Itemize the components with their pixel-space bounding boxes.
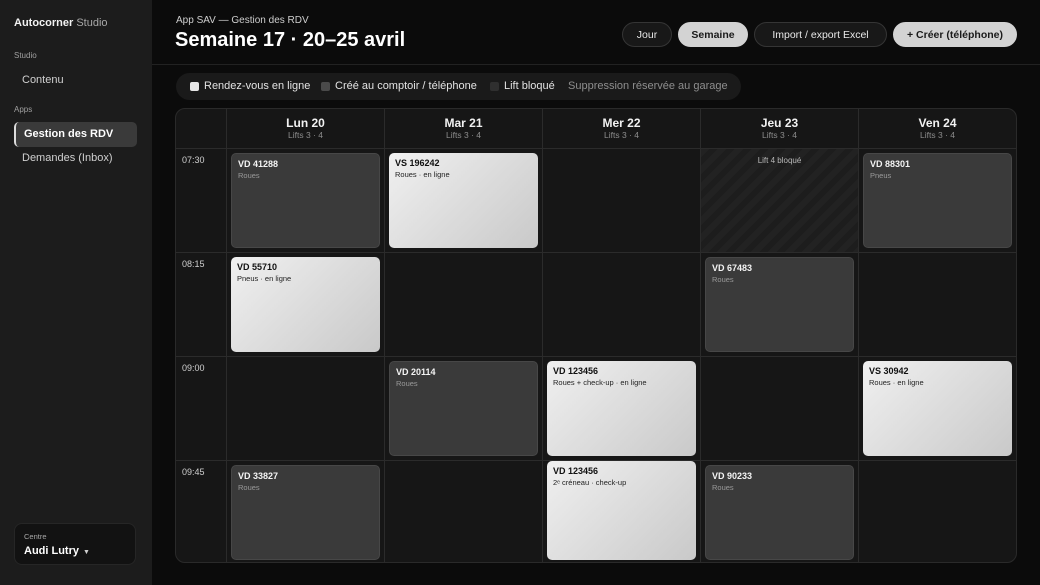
blocked-slot-label: Lift 4 bloqué bbox=[757, 156, 802, 165]
appointment-plate: VS 30942 bbox=[869, 366, 909, 376]
day-lifts-ven: Lifts 3 · 4 bbox=[920, 130, 955, 140]
sidebar-item-contenu[interactable]: Contenu bbox=[14, 68, 137, 93]
time-label: 09:00 bbox=[182, 363, 205, 373]
legend-bar: Rendez-vous en ligne Créé au comptoir / … bbox=[176, 73, 741, 100]
appointment-card[interactable]: VD 90233 Roues bbox=[705, 465, 854, 560]
appointment-plate: VS 196242 bbox=[395, 158, 440, 168]
time-label: 07:30 bbox=[182, 155, 205, 165]
appointment-card[interactable]: VD 88301 Pneus bbox=[863, 153, 1012, 248]
appointment-plate: VD 88301 bbox=[870, 159, 911, 169]
time-label: 08:15 bbox=[182, 259, 205, 269]
section-studio-label: Studio bbox=[14, 51, 37, 60]
center-value: Audi Lutry bbox=[24, 545, 79, 557]
appointment-service: Roues bbox=[712, 483, 734, 492]
view-week-button[interactable]: Semaine bbox=[678, 22, 748, 47]
appointment-card[interactable]: VD 67483 Roues bbox=[705, 257, 854, 352]
day-lifts-lun: Lifts 3 · 4 bbox=[288, 130, 323, 140]
breadcrumb: App SAV — Gestion des RDV bbox=[176, 15, 309, 26]
sidebar-item-gestion-rdv[interactable]: Gestion des RDV bbox=[14, 122, 137, 147]
view-day-button[interactable]: Jour bbox=[622, 22, 672, 47]
appointment-card[interactable]: VD 55710 Pneus · en ligne bbox=[231, 257, 380, 352]
day-header-jeu: Jeu 23 bbox=[760, 116, 799, 130]
grid-line bbox=[226, 109, 227, 562]
day-header-lun: Lun 20 bbox=[286, 116, 325, 130]
appointment-service: Pneus bbox=[870, 171, 892, 180]
appointment-card[interactable]: VD 123456 2ᵉ créneau · check-up bbox=[547, 461, 696, 560]
appointment-card[interactable]: VD 123456 Roues + check-up · en ligne bbox=[547, 361, 696, 456]
brand-name: Autocorner bbox=[14, 17, 74, 29]
time-label: 09:45 bbox=[182, 467, 205, 477]
online-swatch-icon bbox=[190, 82, 199, 91]
day-header-mer: Mer 22 bbox=[602, 116, 641, 130]
brand-logo: Autocorner Studio bbox=[14, 17, 108, 29]
legend-counter: Créé au comptoir / téléphone bbox=[335, 80, 477, 92]
create-phone-button[interactable]: + Créer (téléphone) bbox=[893, 22, 1017, 47]
day-lifts-mer: Lifts 3 · 4 bbox=[604, 130, 639, 140]
appointment-service: Roues bbox=[238, 171, 260, 180]
day-lifts-jeu: Lifts 3 · 4 bbox=[762, 130, 797, 140]
appointment-service: 2ᵉ créneau · check-up bbox=[553, 478, 627, 487]
appointment-service: Roues bbox=[396, 379, 418, 388]
appointment-service: Roues bbox=[712, 275, 734, 284]
appointment-service: Roues bbox=[238, 483, 260, 492]
grid-line bbox=[176, 356, 1016, 357]
appointment-card[interactable]: VD 33827 Roues bbox=[231, 465, 380, 560]
appointment-plate: VD 67483 bbox=[712, 263, 753, 273]
day-header-ven: Ven 24 bbox=[918, 116, 957, 130]
grid-line bbox=[176, 252, 1016, 253]
appointment-service: Pneus · en ligne bbox=[237, 274, 292, 283]
grid-line bbox=[176, 148, 1016, 149]
grid-line bbox=[384, 109, 385, 562]
appointment-service: Roues + check-up · en ligne bbox=[553, 378, 647, 387]
legend-note: Suppression réservée au garage bbox=[568, 80, 728, 92]
appointment-plate: VD 20114 bbox=[396, 367, 436, 377]
appointment-plate: VD 123456 bbox=[553, 366, 599, 376]
appointment-service: Roues · en ligne bbox=[395, 170, 450, 179]
legend-online: Rendez-vous en ligne bbox=[204, 80, 311, 92]
appointment-card[interactable]: VD 20114 Roues bbox=[389, 361, 538, 456]
counter-swatch-icon bbox=[321, 82, 330, 91]
appointment-plate: VD 33827 bbox=[238, 471, 279, 481]
sidebar-item-demandes[interactable]: Demandes (Inbox) bbox=[14, 146, 137, 171]
header-divider bbox=[152, 64, 1040, 65]
grid-line bbox=[542, 109, 543, 562]
page-title: Semaine 17 · 20–25 avril bbox=[175, 29, 406, 51]
grid-line bbox=[858, 109, 859, 562]
section-apps-label: Apps bbox=[14, 105, 33, 114]
day-lifts-mar: Lifts 3 · 4 bbox=[446, 130, 481, 140]
chevron-down-icon: ▼ bbox=[83, 549, 90, 556]
center-value-wrap: Audi Lutry ▼ bbox=[24, 545, 90, 557]
appointment-plate: VD 90233 bbox=[712, 471, 753, 481]
app-window: Autocorner Studio Studio Contenu Apps Ge… bbox=[0, 0, 1040, 585]
appointment-plate: VD 55710 bbox=[237, 262, 278, 272]
legend-blocked: Lift bloqué bbox=[504, 80, 555, 92]
blocked-swatch-icon bbox=[490, 82, 499, 91]
appointment-card[interactable]: VS 196242 Roues · en ligne bbox=[389, 153, 538, 248]
center-selector[interactable]: Centre Audi Lutry ▼ bbox=[14, 523, 136, 565]
brand-suffix: Studio bbox=[73, 17, 108, 29]
day-header-mar: Mar 21 bbox=[444, 116, 483, 130]
import-export-excel-button[interactable]: Import / export Excel bbox=[754, 22, 887, 47]
appointment-plate: VD 41288 bbox=[238, 159, 279, 169]
appointment-service: Roues · en ligne bbox=[869, 378, 924, 387]
sidebar: Autocorner Studio Studio Contenu Apps Ge… bbox=[0, 0, 152, 585]
center-label: Centre bbox=[24, 532, 47, 541]
appointment-plate: VD 123456 bbox=[553, 466, 599, 476]
appointment-card[interactable]: VS 30942 Roues · en ligne bbox=[863, 361, 1012, 456]
appointment-card[interactable]: VD 41288 Roues bbox=[231, 153, 380, 248]
week-calendar: Lun 20 Lifts 3 · 4 Mar 21 Lifts 3 · 4 Me… bbox=[175, 108, 1017, 563]
